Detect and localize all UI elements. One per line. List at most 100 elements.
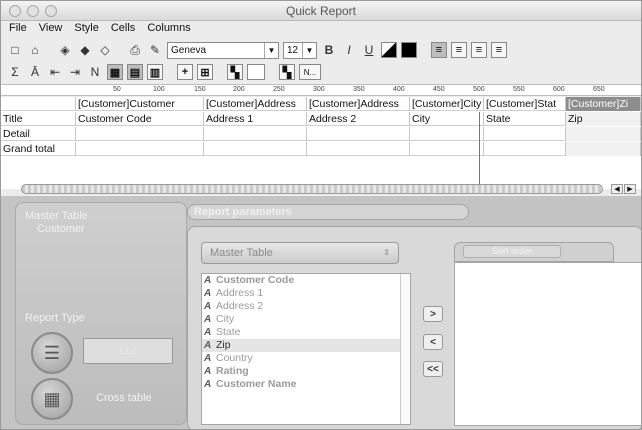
row-label[interactable]: Detail [1,127,76,141]
table-cell[interactable] [410,127,484,141]
column-header[interactable]: [Customer]Stat [484,97,566,111]
row-label[interactable]: Grand total [1,142,76,156]
table-cell[interactable]: State [484,112,566,126]
open-folder-icon[interactable]: ⌂ [27,42,43,58]
column-header[interactable]: [Customer]Customer [76,97,204,111]
revert-icon[interactable]: ◇ [97,42,113,58]
table-view-icon[interactable]: ▤ [127,64,143,80]
report-parameters-header: Report parameters [187,204,469,220]
table-cell[interactable] [484,127,566,141]
table-cell[interactable]: City [410,112,484,126]
field-list[interactable]: A Customer Code A Address 1 A Address 2 A Ci… [201,273,411,425]
text-color-icon[interactable] [381,42,397,58]
min-icon[interactable]: ⇤ [47,64,63,80]
table-cell[interactable] [76,142,204,156]
column-header[interactable]: [Customer]Address [204,97,307,111]
list-item[interactable]: A Rating [202,365,410,378]
grid-view-icon[interactable]: ▦ [107,64,123,80]
menu-cells[interactable]: Cells [111,22,135,38]
table-cell[interactable]: Address 2 [307,112,410,126]
align-left-icon[interactable]: ≡ [431,42,447,58]
list-item[interactable]: A State [202,326,410,339]
align-center-icon[interactable]: ≡ [451,42,467,58]
new-document-icon[interactable]: □ [7,42,23,58]
row-label[interactable]: Title [1,112,76,126]
horizontal-scrollbar[interactable] [21,184,603,194]
italic-button[interactable]: I [341,42,357,58]
shading-icon[interactable]: ▥ [147,64,163,80]
align-right-icon[interactable]: ≡ [471,42,487,58]
menu-columns[interactable]: Columns [147,22,190,38]
print-preview-icon[interactable]: ⎙ [127,42,143,58]
underline-button[interactable]: U [361,42,377,58]
list-item[interactable]: A Customer Code [202,274,410,287]
delete-row-icon[interactable]: ⊞ [197,64,213,80]
scroll-right-icon[interactable]: ▶ [624,184,636,194]
font-size-select[interactable]: 12 ▼ [283,41,317,59]
list-item[interactable]: A Customer Name [202,378,410,391]
count-icon[interactable]: N [87,64,103,80]
column-header-selected[interactable]: [Customer]Zi [566,97,641,111]
column-insertion-line [479,112,480,184]
align-justify-icon[interactable]: ≡ [491,42,507,58]
header-picture-icon[interactable]: ▚ [227,64,243,80]
list-item[interactable]: A Country [202,352,410,365]
table-cell[interactable]: Address 1 [204,112,307,126]
table-cell[interactable] [484,142,566,156]
table-cell[interactable] [76,127,204,141]
scroll-left-icon[interactable]: ◀ [611,184,623,194]
save-as-icon[interactable]: ◆ [77,42,93,58]
font-value: Geneva [171,44,207,56]
add-row-icon[interactable]: + [177,64,193,80]
master-table-value: Customer [37,223,85,235]
remove-field-button[interactable]: < [423,334,443,350]
menu-style[interactable]: Style [74,22,98,38]
average-icon[interactable]: Ā [27,64,43,80]
field-name: Address 1 [216,287,264,299]
list-item[interactable]: A Address 2 [202,300,410,313]
table-cell[interactable] [307,127,410,141]
field-type-icon: A [204,340,212,351]
table-cell[interactable] [566,142,641,156]
field-list-scrollbar[interactable] [400,274,410,424]
sort-order-list[interactable] [454,262,641,426]
list-option[interactable]: List [83,338,173,364]
table-cell[interactable] [204,142,307,156]
column-header[interactable]: [Customer]Address [307,97,410,111]
max-icon[interactable]: ⇥ [67,64,83,80]
table-cell[interactable]: Zip [566,112,641,126]
master-table-select[interactable]: Master Table ⇕ [201,242,399,264]
list-report-icon[interactable]: ☰ [31,332,73,374]
sum-icon[interactable]: Σ [7,64,23,80]
column-picture-icon[interactable]: ▚ [279,64,295,80]
remove-all-fields-button[interactable]: << [423,361,443,377]
table-cell[interactable] [307,142,410,156]
menu-view[interactable]: View [39,22,63,38]
sort-order-button[interactable]: Sort order [463,245,561,258]
table-cell[interactable] [204,127,307,141]
quick-report-window: Quick Report File View Style Cells Colum… [0,0,642,430]
column-header[interactable] [1,97,76,111]
number-format-field[interactable]: N... [299,64,321,80]
save-icon[interactable]: ◈ [57,42,73,58]
ruler-mark: 550 [513,86,525,93]
table-cell[interactable]: Customer Code [76,112,204,126]
table-row: Title Customer Code Address 1 Address 2 … [1,112,641,126]
fill-color-icon[interactable] [401,42,417,58]
add-field-button[interactable]: > [423,306,443,322]
list-item[interactable]: A City [202,313,410,326]
font-select[interactable]: Geneva ▼ [167,41,279,59]
list-item-selected[interactable]: A Zip [202,339,410,352]
menu-file[interactable]: File [9,22,27,38]
table-cell[interactable] [410,142,484,156]
ruler-mark: 50 [113,86,121,93]
print-icon[interactable]: ✎ [147,42,163,58]
ruler-mark: 150 [194,86,206,93]
cross-table-icon[interactable]: ▦ [31,378,73,420]
table-cell[interactable] [566,127,641,141]
column-header[interactable]: [Customer]City [410,97,484,111]
bold-button[interactable]: B [321,42,337,58]
list-item[interactable]: A Address 1 [202,287,410,300]
color-swatch[interactable] [247,64,265,80]
cross-table-option[interactable]: Cross table [96,392,152,404]
